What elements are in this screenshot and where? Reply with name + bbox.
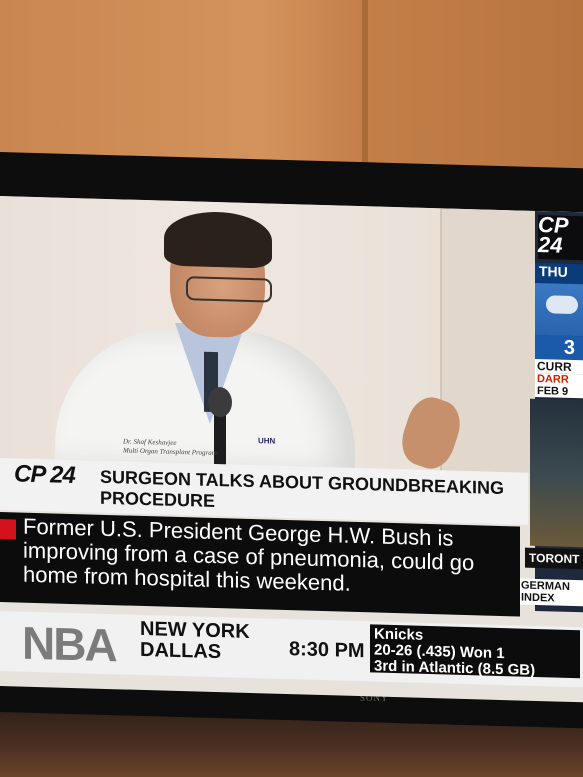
microphone-icon (208, 386, 232, 418)
sidebar-temperature: 3 (535, 334, 583, 361)
glasses (186, 276, 272, 303)
ticker-league: NBA (22, 616, 116, 672)
sidebar-day: THU (535, 262, 583, 285)
story-text: Former U.S. President George H.W. Bush i… (23, 513, 475, 596)
sidebar-traffic-camera (530, 398, 583, 548)
sidebar-channel-logo: CP 24 (538, 212, 583, 261)
cloud-icon (546, 295, 578, 315)
sidebar-warning: DARR FEB 9 (535, 372, 583, 399)
sidebar-index-label: GERMAN INDEX (518, 578, 583, 607)
sidebar-market-label: TORONT (525, 547, 583, 570)
ticker-stats: Knicks 20-26 (.435) Won 1 3rd in Atlanti… (370, 624, 580, 679)
tv-screen: Dr. Shaf Keshavjee Multi Organ Transplan… (0, 196, 583, 703)
headline-channel-logo: CP 24 (14, 460, 75, 490)
ticker-teams: NEW YORK DALLAS (140, 618, 250, 664)
ticker-time: 8:30 PM (289, 638, 365, 663)
sidebar-current-label: CURR (535, 358, 583, 375)
coat-embroidery: Dr. Shaf Keshavjee Multi Organ Transplan… (123, 437, 217, 458)
story-marker (0, 519, 16, 540)
sidebar-warning-date: FEB 9 (537, 384, 569, 398)
uhn-logo: UHN (258, 436, 276, 446)
ticker-team-away: DALLAS (140, 638, 222, 664)
